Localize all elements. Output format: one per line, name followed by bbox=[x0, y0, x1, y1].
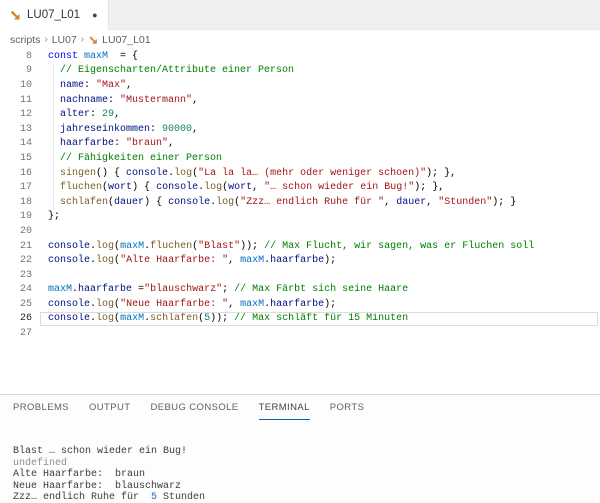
code-line[interactable]: 12 alter: 29, bbox=[0, 107, 600, 122]
breadcrumb-file[interactable]: LU07_L01 bbox=[102, 34, 150, 46]
panel-tab-bar: PROBLEMS OUTPUT DEBUG CONSOLE TERMINAL P… bbox=[0, 395, 600, 420]
javascript-file-icon bbox=[88, 35, 98, 45]
line-number: 15 bbox=[0, 153, 32, 164]
terminal-line: Blast … schon wieder ein Bug! bbox=[13, 446, 600, 458]
code-line[interactable]: 14 haarfarbe: "braun", bbox=[0, 137, 600, 152]
code-line[interactable]: 16 singen() { console.log("La la la… (me… bbox=[0, 166, 600, 181]
empty-tab-strip bbox=[109, 0, 600, 30]
javascript-file-icon bbox=[9, 9, 21, 21]
tab-problems[interactable]: PROBLEMS bbox=[13, 395, 69, 420]
code-line[interactable]: 8 const maxM = { bbox=[0, 49, 600, 64]
line-number: 10 bbox=[0, 80, 32, 91]
line-number: 9 bbox=[0, 65, 32, 76]
tab-lu07-l01[interactable]: LU07_L01 ● bbox=[0, 0, 109, 30]
tab-debug-console[interactable]: DEBUG CONSOLE bbox=[150, 395, 238, 420]
chevron-right-icon: › bbox=[44, 34, 47, 45]
code-line[interactable]: 21 console.log(maxM.fluchen("Blast")); //… bbox=[0, 239, 600, 254]
line-number: 24 bbox=[0, 284, 32, 295]
line-number: 12 bbox=[0, 109, 32, 120]
line-number: 25 bbox=[0, 299, 32, 310]
bottom-panel: PROBLEMS OUTPUT DEBUG CONSOLE TERMINAL P… bbox=[0, 394, 600, 503]
terminal-output[interactable]: Blast … schon wieder ein Bug!undefinedAl… bbox=[0, 420, 600, 503]
code-text: console.log(maxM.fluchen("Blast")); // M… bbox=[48, 241, 534, 252]
code-text: maxM.haarfarbe ="blauschwarz"; // Max Fä… bbox=[48, 284, 408, 295]
code-line[interactable]: 17 fluchen(wort) { console.log(wort, "… … bbox=[0, 180, 600, 195]
code-text: console.log("Alte Haarfarbe: ", maxM.haa… bbox=[48, 255, 336, 266]
line-number: 20 bbox=[0, 226, 32, 237]
code-text: }; bbox=[48, 211, 60, 222]
line-number: 21 bbox=[0, 241, 32, 252]
line-number: 23 bbox=[0, 270, 32, 281]
code-line[interactable]: 23 bbox=[0, 268, 600, 283]
breadcrumb-lu07[interactable]: LU07 bbox=[52, 34, 77, 46]
code-line[interactable]: 15 // Fähigkeiten einer Person bbox=[0, 151, 600, 166]
code-text: // Eigenscharten/Attribute einer Person bbox=[48, 65, 294, 76]
line-number: 8 bbox=[0, 51, 32, 62]
code-line[interactable]: 24 maxM.haarfarbe ="blauschwarz"; // Max … bbox=[0, 283, 600, 298]
code-line[interactable]: 11 nachname: "Mustermann", bbox=[0, 93, 600, 108]
code-text: nachname: "Mustermann", bbox=[48, 95, 198, 106]
code-line[interactable]: 19}; bbox=[0, 210, 600, 225]
code-text: const maxM = { bbox=[48, 51, 138, 62]
tab-terminal[interactable]: TERMINAL bbox=[259, 395, 310, 420]
line-number: 11 bbox=[0, 95, 32, 106]
code-text: haarfarbe: "braun", bbox=[48, 138, 174, 149]
code-line[interactable]: 27 bbox=[0, 326, 600, 341]
code-line[interactable]: 20 bbox=[0, 224, 600, 239]
code-text: name: "Max", bbox=[48, 80, 132, 91]
breadcrumb-scripts[interactable]: scripts bbox=[10, 34, 40, 46]
tab-title: LU07_L01 bbox=[27, 9, 80, 21]
terminal-line: Alte Haarfarbe: braun bbox=[13, 469, 600, 481]
code-line[interactable]: 26 console.log(maxM.schlafen(5)); // Max … bbox=[0, 312, 600, 327]
code-text: alter: 29, bbox=[48, 109, 120, 120]
code-line[interactable]: 22 console.log("Alte Haarfarbe: ", maxM.h… bbox=[0, 253, 600, 268]
unsaved-changes-dot[interactable]: ● bbox=[92, 10, 97, 20]
terminal-line: undefined bbox=[13, 458, 600, 470]
terminal-line: Zzz… endlich Ruhe für 5 Stunden bbox=[13, 492, 600, 503]
code-text: console.log(maxM.schlafen(5)); // Max sc… bbox=[48, 313, 408, 324]
tab-output[interactable]: OUTPUT bbox=[89, 395, 130, 420]
line-number: 16 bbox=[0, 168, 32, 179]
vscode-window: LU07_L01 ● scripts › LU07 › LU07_L01 8 co… bbox=[0, 0, 600, 503]
line-number: 18 bbox=[0, 197, 32, 208]
line-number: 27 bbox=[0, 328, 32, 339]
code-text: console.log("Neue Haarfarbe: ", maxM.haa… bbox=[48, 299, 336, 310]
code-text: // Fähigkeiten einer Person bbox=[48, 153, 222, 164]
line-number: 22 bbox=[0, 255, 32, 266]
terminal-line: Neue Haarfarbe: blauschwarz bbox=[13, 481, 600, 493]
line-number: 13 bbox=[0, 124, 32, 135]
code-lines: 8 const maxM = { 9 // Eigenscharten/Attrib… bbox=[0, 49, 600, 341]
code-line[interactable]: 25 console.log("Neue Haarfarbe: ", maxM.h… bbox=[0, 297, 600, 312]
line-number: 14 bbox=[0, 138, 32, 149]
code-text: jahreseinkommen: 90000, bbox=[48, 124, 198, 135]
code-text: schlafen(dauer) { console.log("Zzz… endl… bbox=[48, 197, 516, 208]
code-line[interactable]: 9 // Eigenscharten/Attribute einer Perso… bbox=[0, 64, 600, 79]
line-number: 19 bbox=[0, 211, 32, 222]
editor-tab-bar: LU07_L01 ● bbox=[0, 0, 600, 30]
code-line[interactable]: 18 schlafen(dauer) { console.log("Zzz… e… bbox=[0, 195, 600, 210]
tab-ports[interactable]: PORTS bbox=[330, 395, 365, 420]
code-line[interactable]: 10 name: "Max", bbox=[0, 78, 600, 93]
breadcrumb: scripts › LU07 › LU07_L01 bbox=[0, 30, 600, 49]
code-editor[interactable]: 8 const maxM = { 9 // Eigenscharten/Attrib… bbox=[0, 49, 600, 394]
code-line[interactable]: 13 jahreseinkommen: 90000, bbox=[0, 122, 600, 137]
code-text: fluchen(wort) { console.log(wort, "… sch… bbox=[48, 182, 444, 193]
line-number: 17 bbox=[0, 182, 32, 193]
chevron-right-icon: › bbox=[81, 34, 84, 45]
line-number: 26 bbox=[0, 313, 32, 324]
code-text: singen() { console.log("La la la… (mehr … bbox=[48, 168, 456, 179]
